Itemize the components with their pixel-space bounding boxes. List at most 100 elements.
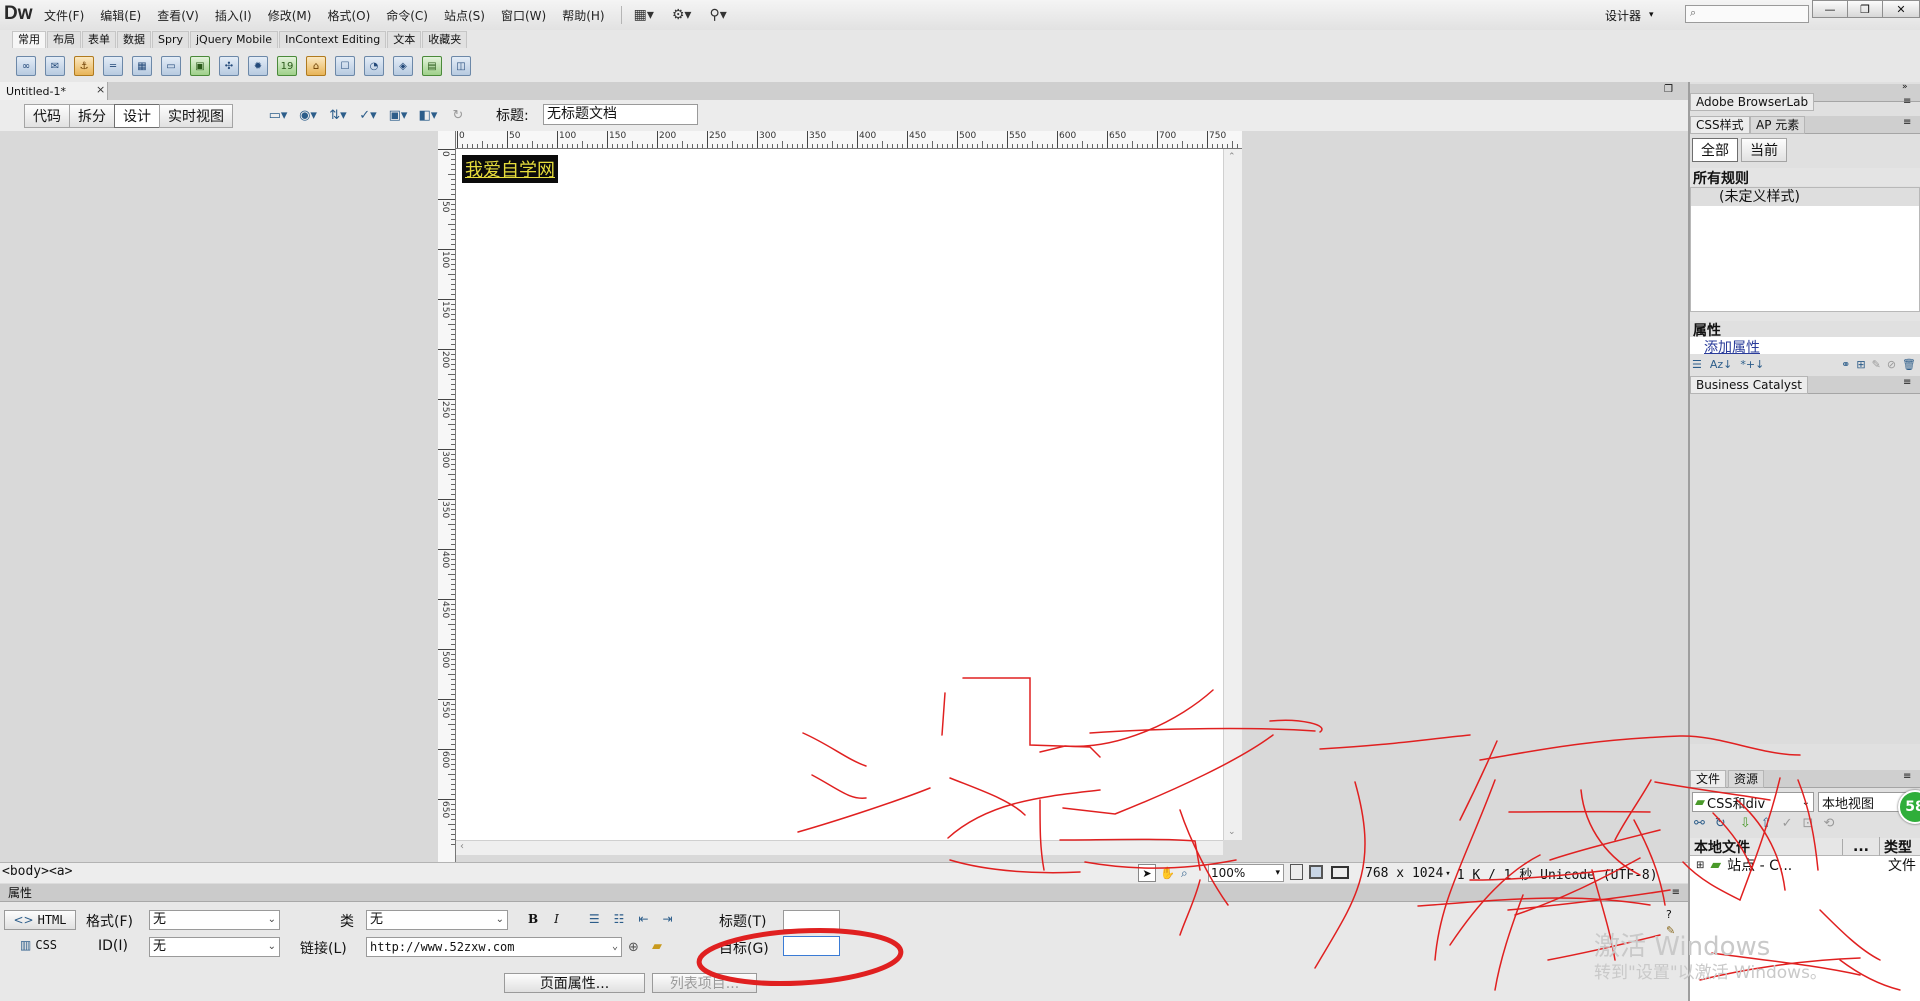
column-local-files[interactable]: 本地文件	[1694, 837, 1842, 857]
zoom-tool-icon[interactable]: ⌕	[1181, 866, 1188, 881]
alpha-view-icon[interactable]: Az↓	[1710, 358, 1733, 371]
column-size[interactable]: ...	[1842, 838, 1879, 855]
hand-tool-icon[interactable]: ✋	[1160, 866, 1175, 880]
link-input[interactable]: http://www.52zxw.com ⌄	[366, 937, 622, 957]
view-select[interactable]: 本地视图	[1818, 792, 1910, 812]
tab-common[interactable]: 常用	[12, 31, 46, 48]
tab-spry[interactable]: Spry	[152, 31, 189, 48]
gear-icon[interactable]: ⚙▾	[672, 7, 692, 23]
horizontal-rule-icon[interactable]: ═	[103, 56, 123, 76]
multiscreen-icon[interactable]: ▭▾	[268, 106, 288, 124]
ordered-list-icon[interactable]: ☷	[614, 912, 625, 926]
tab-text[interactable]: 文本	[387, 31, 422, 48]
menu-window[interactable]: 窗口(W)	[501, 7, 546, 24]
format-select[interactable]: 无 ⌄	[149, 910, 280, 930]
edit-rule-icon[interactable]: ✎	[1872, 358, 1881, 371]
tab-layout[interactable]: 布局	[47, 31, 81, 48]
css-mode-button[interactable]: ▥ CSS	[20, 938, 57, 952]
widget-icon[interactable]: ✹	[248, 56, 268, 76]
expand-icon[interactable]: ⊞	[1696, 860, 1704, 871]
design-view-button[interactable]: 设计	[114, 104, 160, 128]
sync-icon[interactable]: ⟲	[1823, 816, 1834, 831]
page-properties-button[interactable]: 页面属性...	[504, 973, 645, 993]
refresh-icon[interactable]: ↻	[448, 106, 468, 124]
horizontal-scrollbar[interactable]: ‹	[456, 840, 1223, 855]
menu-edit[interactable]: 编辑(E)	[100, 7, 141, 24]
category-view-icon[interactable]: ☰	[1692, 358, 1702, 371]
design-page[interactable]	[456, 149, 1223, 840]
server-include-icon[interactable]: ⌂	[306, 56, 326, 76]
point-to-file-icon[interactable]: ⊕	[628, 940, 639, 955]
menu-help[interactable]: 帮助(H)	[562, 7, 604, 24]
scroll-up-icon[interactable]: ⌃	[1228, 152, 1236, 162]
bold-icon[interactable]: B	[528, 912, 538, 926]
add-attribute-link[interactable]: 添加属性	[1704, 340, 1760, 356]
unordered-list-icon[interactable]: ☰	[589, 912, 600, 926]
live-view-button[interactable]: 实时视图	[159, 104, 233, 128]
connect-icon[interactable]: ⚯	[1694, 816, 1705, 831]
panel-menu-icon[interactable]: ≡	[1672, 887, 1680, 898]
tablet-size-icon[interactable]	[1309, 865, 1323, 879]
file-management-icon[interactable]: ⇅▾	[328, 106, 348, 124]
tag-chooser-icon[interactable]: ◫	[451, 56, 471, 76]
tab-favorites[interactable]: 收藏夹	[422, 31, 468, 48]
tab-forms[interactable]: 表单	[82, 31, 116, 48]
menu-site[interactable]: 站点(S)	[444, 7, 485, 24]
collapse-panels-icon[interactable]: »	[1902, 82, 1908, 92]
browse-folder-icon[interactable]: ▰	[652, 939, 662, 954]
select-tool-icon[interactable]: ➤	[1138, 864, 1156, 882]
delete-icon[interactable]: 🗑	[1902, 358, 1916, 371]
close-tab-icon[interactable]: ×	[96, 83, 105, 96]
table-icon[interactable]: ▦	[132, 56, 152, 76]
div-icon[interactable]: ▭	[161, 56, 181, 76]
window-size-caret-icon[interactable]: ▾	[1445, 869, 1450, 879]
w3c-validation-icon[interactable]: ✓▾	[358, 106, 378, 124]
rule-item[interactable]: (未定义样式)	[1691, 188, 1919, 206]
outdent-icon[interactable]: ⇤	[638, 912, 648, 926]
date-icon[interactable]: 19	[277, 56, 297, 76]
get-files-icon[interactable]: ⇩	[1740, 816, 1751, 831]
vertical-scrollbar[interactable]: ⌃ ⌄	[1223, 149, 1242, 840]
new-rule-icon[interactable]: ⊞	[1856, 358, 1865, 371]
comment-icon[interactable]: ☐	[335, 56, 355, 76]
menu-modify[interactable]: 修改(M)	[268, 7, 312, 24]
check-browser-icon[interactable]: ◧▾	[418, 106, 438, 124]
panel-menu-icon[interactable]: ≡	[1903, 96, 1911, 107]
checkout-icon[interactable]: ✓	[1782, 816, 1793, 831]
media-icon[interactable]: ✣	[219, 56, 239, 76]
title-input[interactable]	[783, 910, 840, 930]
panel-menu-icon[interactable]: ≡	[1903, 377, 1911, 388]
minimize-button[interactable]: —	[1812, 0, 1848, 18]
browserlab-tab[interactable]: Adobe BrowserLab	[1690, 93, 1815, 111]
templates-icon[interactable]: ▤	[422, 56, 442, 76]
target-input[interactable]	[783, 936, 840, 956]
tab-css-styles[interactable]: CSS样式	[1690, 116, 1750, 134]
email-link-icon[interactable]: ✉	[45, 56, 65, 76]
tab-jquery-mobile[interactable]: jQuery Mobile	[190, 31, 279, 48]
tab-data[interactable]: 数据	[117, 31, 151, 48]
refresh-files-icon[interactable]: ↻	[1715, 816, 1726, 831]
script-icon[interactable]: ◈	[393, 56, 413, 76]
menu-file[interactable]: 文件(F)	[44, 7, 84, 24]
tag-selector[interactable]: <body><a>	[2, 864, 72, 879]
site-tree-icon[interactable]: ⚲▾	[709, 7, 726, 23]
phone-size-icon[interactable]	[1290, 864, 1303, 880]
attach-style-icon[interactable]: ⚭	[1841, 358, 1850, 371]
panel-menu-icon[interactable]: ≡	[1903, 117, 1911, 128]
menu-commands[interactable]: 命令(C)	[386, 7, 428, 24]
checkin-icon[interactable]: ⊡	[1803, 816, 1814, 831]
hyperlink-icon[interactable]: ∞	[16, 56, 36, 76]
panel-menu-icon[interactable]: ≡	[1903, 771, 1911, 782]
menu-view[interactable]: 查看(V)	[157, 7, 199, 24]
class-select[interactable]: 无 ⌄	[366, 910, 508, 930]
scroll-left-icon[interactable]: ‹	[460, 841, 464, 852]
visual-aids-icon[interactable]: ▣▾	[388, 106, 408, 124]
tab-assets[interactable]: 资源	[1728, 770, 1765, 788]
menu-insert[interactable]: 插入(I)	[215, 7, 252, 24]
image-icon[interactable]: ▣	[190, 56, 210, 76]
italic-icon[interactable]: I	[554, 912, 559, 926]
document-tab[interactable]: Untitled-1*	[0, 82, 108, 100]
tab-files[interactable]: 文件	[1690, 770, 1727, 788]
window-size[interactable]: 768 x 1024	[1365, 866, 1443, 881]
workspace-switcher[interactable]: 设计器 ▾	[1605, 0, 1654, 30]
